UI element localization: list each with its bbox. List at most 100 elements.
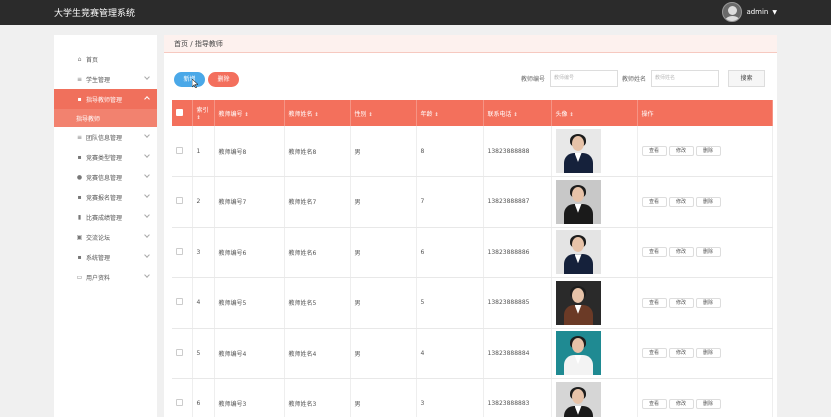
column-header[interactable]: 年龄 ⇕: [416, 100, 484, 126]
row-select-cell[interactable]: [172, 227, 193, 278]
top-bar: 大学生竞赛管理系统 admin ▼: [0, 0, 831, 25]
row-checkbox[interactable]: [176, 146, 183, 154]
user-menu[interactable]: admin ▼: [722, 2, 777, 22]
delete-row-button[interactable]: 删除: [695, 348, 721, 359]
row-select-cell[interactable]: [172, 378, 193, 417]
row-select-cell[interactable]: [172, 126, 193, 177]
sidebar-item-2[interactable]: ▪ 指导教师管理: [54, 89, 157, 109]
sidebar-item-7[interactable]: ▮ 比赛成绩管理: [54, 207, 157, 227]
delete-row-button[interactable]: 删除: [695, 146, 721, 156]
teacher-photo[interactable]: [555, 230, 601, 275]
column-header[interactable]: 教师姓名 ⇕: [284, 100, 351, 126]
delete-row-button[interactable]: 删除: [695, 297, 721, 308]
username[interactable]: admin: [746, 8, 768, 16]
sidebar-item-3[interactable]: ≡ 团队信息管理: [54, 127, 157, 147]
edit-button[interactable]: 修改: [668, 297, 694, 308]
sort-icon[interactable]: ⇕: [244, 112, 248, 118]
row-checkbox[interactable]: [176, 197, 183, 205]
row-select-cell[interactable]: [172, 176, 193, 228]
sort-icon[interactable]: ⇕: [314, 112, 318, 118]
sort-icon[interactable]: ⇕: [434, 112, 438, 118]
chevron-down-icon[interactable]: [144, 232, 150, 238]
column-header-label: 操作: [641, 110, 654, 118]
row-checkbox[interactable]: [176, 247, 183, 255]
view-button[interactable]: 查看: [641, 247, 667, 258]
chevron-up-icon[interactable]: [144, 96, 150, 102]
forum-icon: ▣: [76, 233, 83, 241]
sidebar-item-1[interactable]: ≡ 学生管理: [54, 69, 157, 89]
delete-row-button[interactable]: 删除: [695, 247, 721, 258]
sidebar-item-5[interactable]: ● 竞赛信息管理: [54, 167, 157, 187]
teacher-photo[interactable]: [555, 280, 601, 325]
column-header[interactable]: 联系电话 ⇕: [483, 100, 552, 126]
column-header[interactable]: 性别 ⇕: [350, 100, 417, 126]
delete-row-button[interactable]: 删除: [695, 196, 721, 207]
row-select-cell[interactable]: [172, 328, 193, 379]
chevron-down-icon[interactable]: [144, 152, 150, 158]
cell-index: 4: [192, 277, 215, 329]
cell-age: 8: [416, 126, 484, 177]
select-all-checkbox[interactable]: [176, 108, 183, 116]
view-button[interactable]: 查看: [641, 196, 667, 207]
table-row[interactable]: 2 教师编号7 教师姓名7 男 7 13823888887 查看 修改 删除: [172, 176, 773, 228]
column-header[interactable]: 头像 ⇕: [551, 100, 638, 126]
row-checkbox[interactable]: [176, 399, 183, 407]
chevron-down-icon[interactable]: [144, 212, 150, 218]
sidebar-subitem-teachers[interactable]: 指导教师: [54, 109, 157, 127]
sort-icon[interactable]: ⇕: [513, 112, 517, 118]
table-row[interactable]: 1 教师编号8 教师姓名8 男 8 13823888888 查看 修改 删除: [172, 126, 773, 177]
sort-icon[interactable]: ⇕: [569, 112, 573, 118]
teacher-photo[interactable]: [555, 331, 601, 376]
edit-button[interactable]: 修改: [668, 146, 694, 156]
edit-button[interactable]: 修改: [668, 398, 694, 409]
avatar[interactable]: [722, 2, 743, 22]
header-select-all[interactable]: [172, 100, 193, 126]
row-checkbox[interactable]: [176, 298, 183, 306]
sidebar-item-0[interactable]: ⌂ 首页: [54, 49, 157, 69]
chevron-down-icon[interactable]: [144, 272, 150, 278]
column-header[interactable]: 索引 ⇕: [192, 100, 215, 126]
sidebar-item-10[interactable]: ▭ 用户资料: [54, 267, 157, 287]
edit-button[interactable]: 修改: [668, 247, 694, 258]
table-row[interactable]: 5 教师编号4 教师姓名4 男 4 13823888884 查看 修改 删除: [172, 328, 773, 379]
chevron-down-icon[interactable]: [144, 172, 150, 178]
view-button[interactable]: 查看: [641, 146, 667, 156]
search-id-input[interactable]: 教师编号: [550, 70, 618, 87]
row-checkbox[interactable]: [176, 348, 183, 356]
view-button[interactable]: 查看: [641, 398, 667, 409]
table-row[interactable]: 6 教师编号3 教师姓名3 男 3 13823888883 查看 修改 删除: [172, 378, 773, 417]
teacher-photo[interactable]: [555, 129, 601, 173]
sort-icon[interactable]: ⇕: [368, 112, 372, 118]
teacher-photo[interactable]: [555, 381, 601, 417]
search-name-input[interactable]: 教师姓名: [651, 70, 719, 87]
chevron-down-icon[interactable]: [144, 192, 150, 198]
edit-button[interactable]: 修改: [668, 348, 694, 359]
delete-button[interactable]: 删除: [208, 72, 239, 87]
cell-gender: 男: [350, 126, 417, 177]
delete-row-button[interactable]: 删除: [695, 398, 721, 409]
column-header[interactable]: 教师编号 ⇕: [214, 100, 285, 126]
user-icon: ●: [76, 173, 83, 181]
table-row[interactable]: 3 教师编号6 教师姓名6 男 6 13823888886 查看 修改 删除: [172, 227, 773, 278]
edit-button[interactable]: 修改: [668, 196, 694, 207]
sidebar-item-4[interactable]: ▪ 竞赛类型管理: [54, 147, 157, 167]
sidebar-item-8[interactable]: ▣ 交流论坛: [54, 227, 157, 247]
search-button[interactable]: 搜索: [728, 70, 765, 87]
sidebar-item-9[interactable]: ▪ 系统管理: [54, 247, 157, 267]
chevron-down-icon[interactable]: [144, 132, 150, 138]
sort-icon[interactable]: ⇕: [197, 115, 201, 121]
chevron-down-icon[interactable]: [144, 74, 150, 80]
cell-id: 教师编号8: [214, 126, 285, 177]
row-select-cell[interactable]: [172, 277, 193, 329]
caret-down-icon[interactable]: ▼: [772, 9, 777, 16]
view-button[interactable]: 查看: [641, 348, 667, 359]
column-header-label: 联系电话: [487, 110, 512, 118]
add-button[interactable]: 新增: [174, 72, 205, 87]
sidebar-item-6[interactable]: ▪ 竞赛报名管理: [54, 187, 157, 207]
view-button[interactable]: 查看: [641, 297, 667, 308]
teacher-photo[interactable]: [555, 179, 601, 224]
breadcrumb-home[interactable]: 首页: [174, 40, 188, 48]
table-row[interactable]: 4 教师编号5 教师姓名5 男 5 13823888885 查看 修改 删除: [172, 277, 773, 329]
chevron-down-icon[interactable]: [144, 252, 150, 258]
cell-photo: [551, 227, 638, 278]
